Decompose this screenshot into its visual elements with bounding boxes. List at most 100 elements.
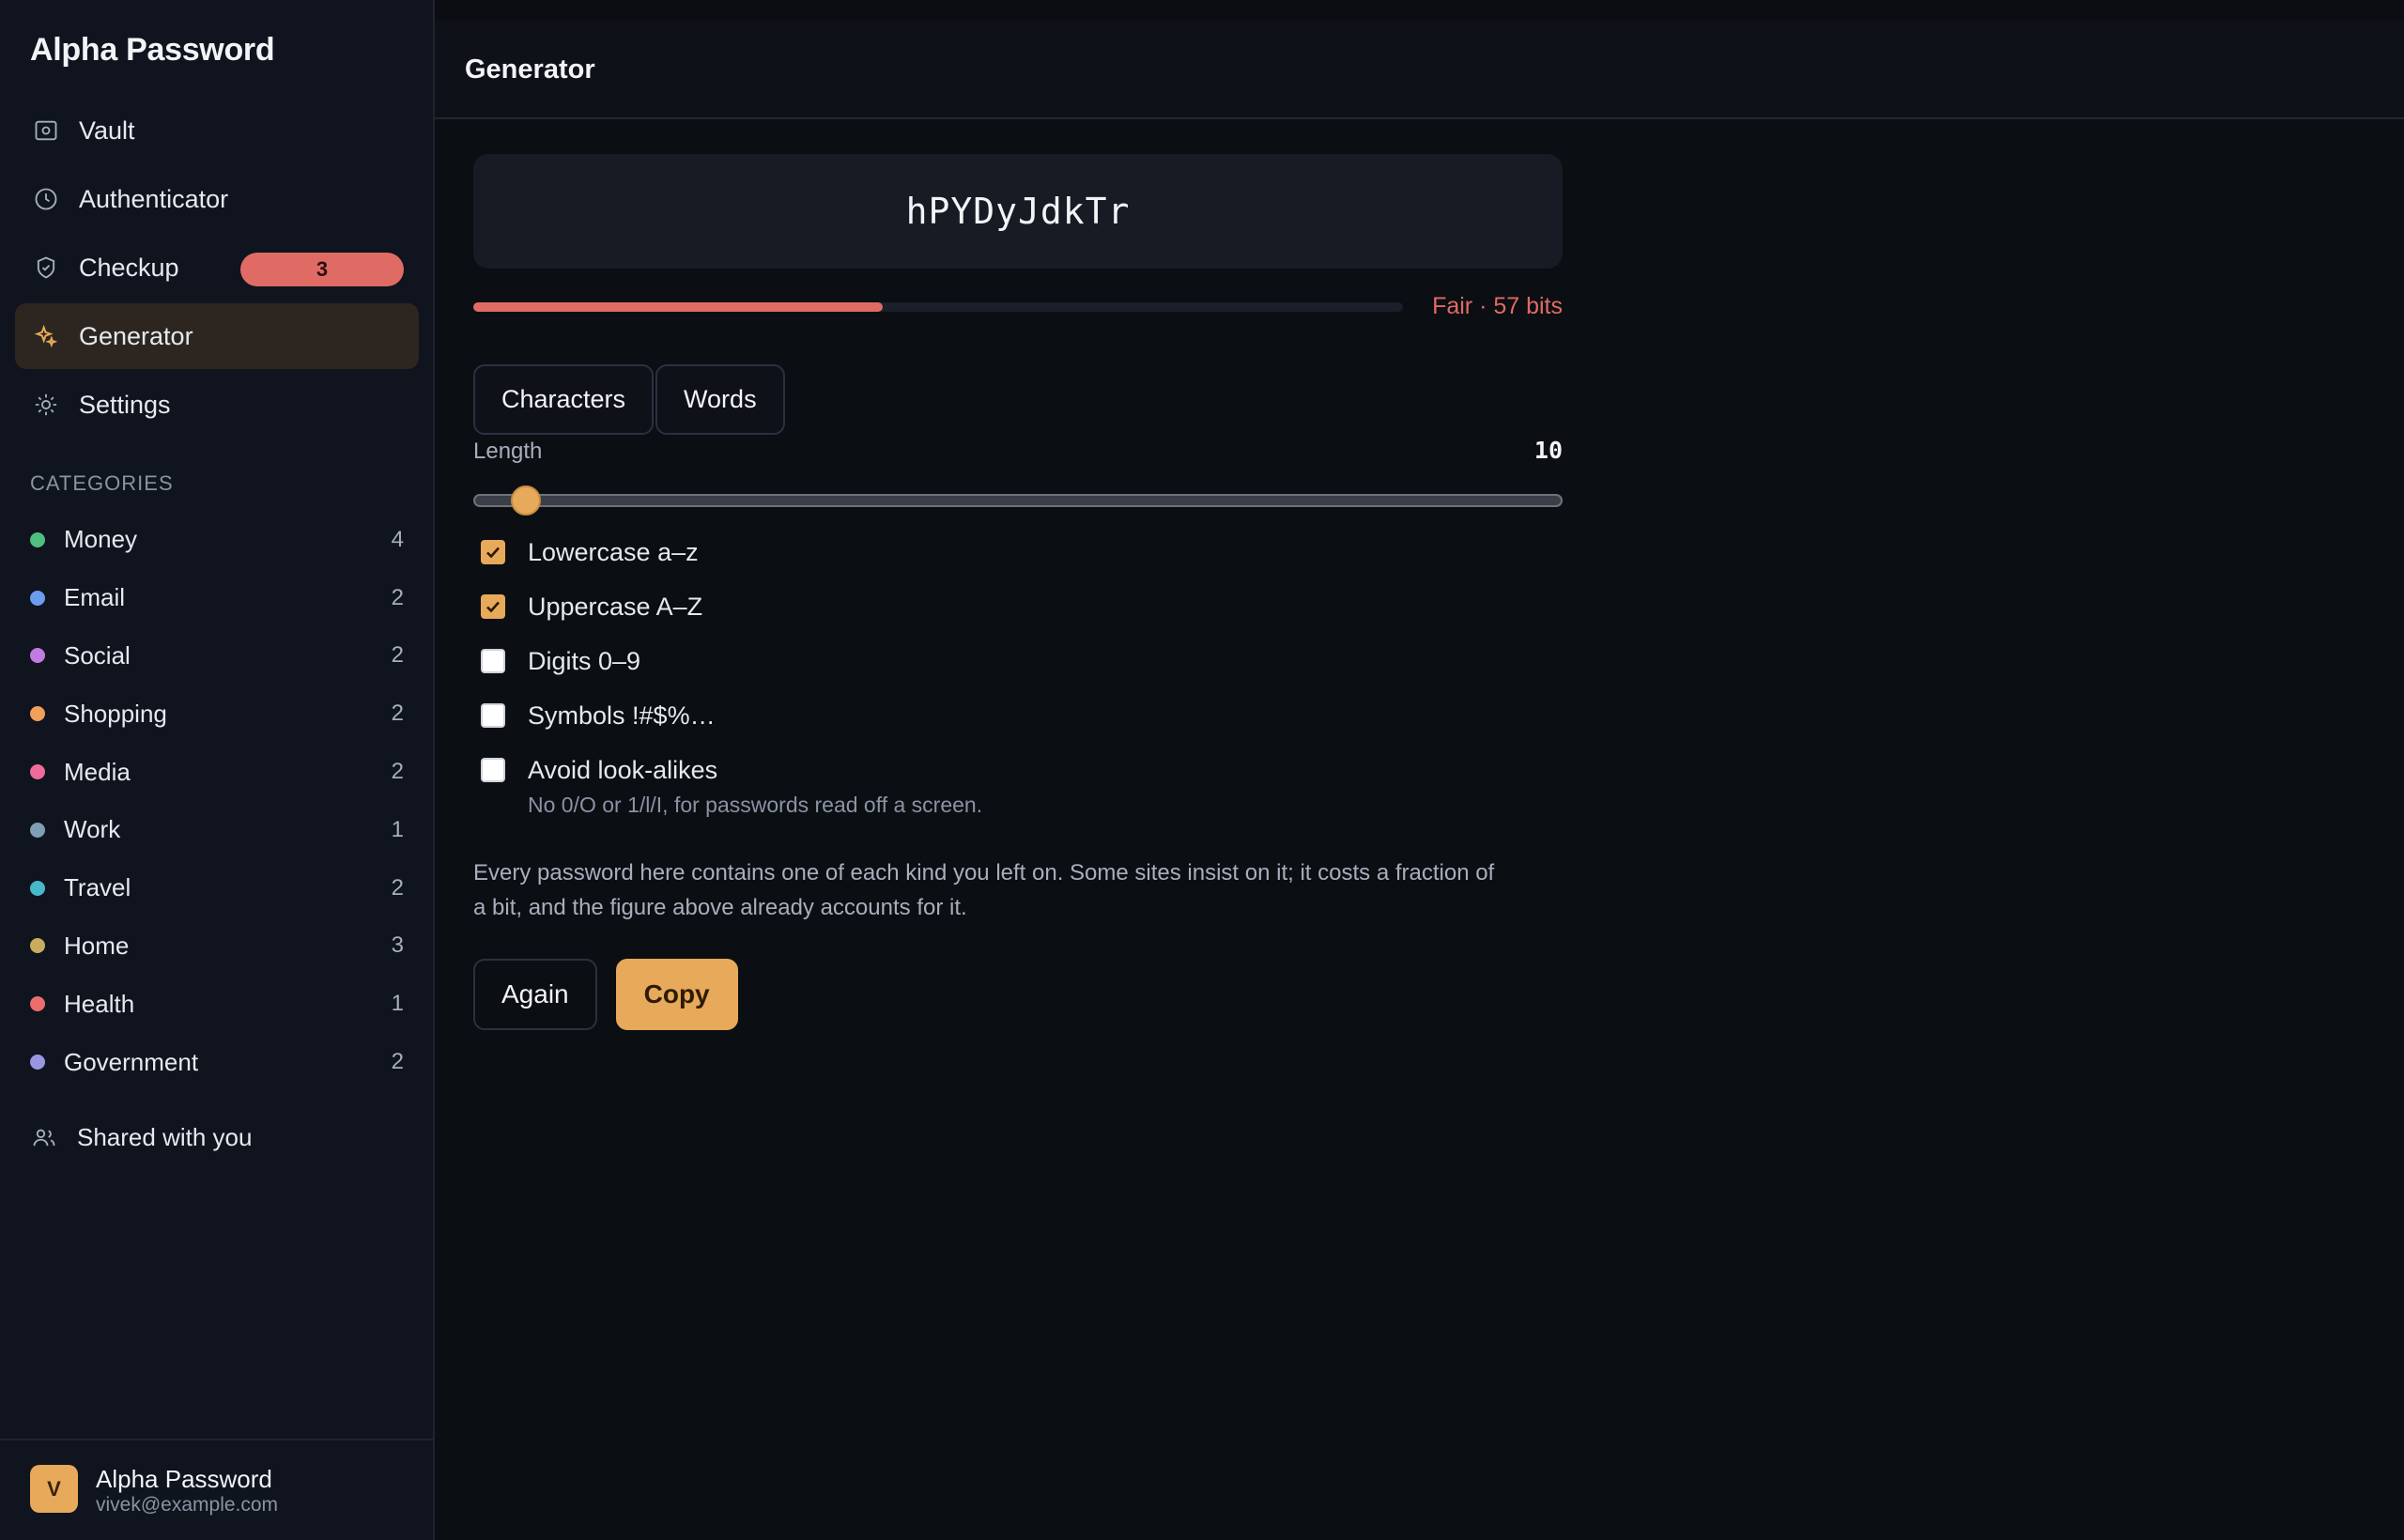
category-count: 3 [391,932,404,959]
options-list: Lowercase a–z Uppercase A–Z Digits 0–9 Symb… [473,538,1563,818]
category-label: Money [64,525,138,554]
category-color-dot [30,531,45,547]
category-count: 4 [391,526,404,552]
vault-icon [32,116,60,145]
tab-characters[interactable]: Characters [473,364,655,435]
account-name: Alpha Password [96,1465,272,1493]
category-count: 2 [391,642,404,669]
option-checkbox[interactable] [481,649,505,673]
option-checkbox[interactable] [481,703,505,728]
category-color-dot [30,764,45,780]
option-row[interactable]: Digits 0–9 [473,647,1563,676]
categories-heading: CATEGORIES [30,471,174,495]
account-footer[interactable]: V Alpha Password vivek@example.com [0,1439,433,1540]
length-row: Length 10 [473,437,1563,476]
checkup-count-badge: 3 [240,253,404,286]
option-label: Digits 0–9 [528,647,641,675]
policy-note: Every password here contains one of each… [473,860,1495,920]
category-count: 2 [391,701,404,727]
nav-label: Settings [79,390,171,419]
category-count: 2 [391,759,404,785]
clock-icon [32,185,60,213]
copy-button[interactable]: Copy [615,959,738,1030]
category-item[interactable]: Email 2 [30,569,404,627]
nav-item-generator[interactable]: Generator [15,303,419,369]
nav-label: Authenticator [79,184,229,213]
nav-item-vault[interactable]: Vault [15,98,419,163]
category-label: Shopping [64,699,167,728]
length-value: 10 [1533,437,1563,464]
option-checkbox[interactable] [481,594,505,619]
category-color-dot [30,996,45,1012]
tab-words[interactable]: Words [655,364,785,435]
shared-label: Shared with you [77,1123,253,1151]
category-count: 1 [391,816,404,842]
category-color-dot [30,880,45,896]
category-color-dot [30,590,45,606]
category-item[interactable]: Government 2 [30,1033,404,1091]
length-slider[interactable] [473,482,1563,519]
strength-meter: Fair · 57 bits [473,269,1563,325]
nav-item-authenticator[interactable]: Authenticator [15,166,419,232]
category-count: 2 [391,874,404,901]
sidebar: Alpha Password Vault Authenticator Check… [0,0,435,1540]
generator-panel: hPYDyJdkTr Fair · 57 bits Characters Wor… [473,154,1563,1030]
slider-thumb[interactable] [511,485,542,516]
page-header: Generator [435,0,2404,119]
strength-label: Fair · 57 bits [1432,293,1563,319]
option-row[interactable]: Avoid look-alikes No 0/O or 1/l/I, for pa… [473,756,1563,818]
category-label: Government [64,1047,199,1076]
shared-with-you-link[interactable]: Shared with you [30,1123,252,1152]
category-item[interactable]: Work 1 [30,801,404,859]
option-checkbox[interactable] [481,758,505,782]
window-strip [435,0,2404,21]
nav-label: Checkup [79,253,179,282]
length-label: Length [473,439,543,464]
category-color-dot [30,822,45,838]
option-row[interactable]: Uppercase A–Z [473,593,1563,622]
category-label: Work [64,815,121,844]
category-label: Home [64,931,130,960]
nav-item-settings[interactable]: Settings [15,372,419,438]
category-color-dot [30,1055,45,1070]
category-item[interactable]: Media 2 [30,743,404,801]
category-label: Media [64,757,131,786]
category-item[interactable]: Money 4 [30,511,404,569]
avatar: V [30,1465,78,1513]
option-label: Symbols !#$%… [528,701,716,730]
page-title: Generator [465,54,595,85]
generated-password[interactable]: hPYDyJdkTr [473,154,1563,269]
nav-label: Generator [79,321,193,350]
category-item[interactable]: Shopping 2 [30,685,404,743]
account-email: vivek@example.com [96,1494,279,1516]
option-label: Avoid look-alikes [528,756,718,784]
shield-icon [32,254,60,282]
category-color-dot [30,938,45,954]
slider-track [473,494,1563,507]
category-item[interactable]: Health 1 [30,975,404,1033]
category-item[interactable]: Home 3 [30,917,404,976]
category-label: Email [64,583,126,612]
category-list: Money 4 Email 2 Social 2 Shopping 2 Media 2 Work 1 T… [30,511,404,1091]
category-color-dot [30,648,45,664]
action-buttons: Again Copy [473,959,1563,1030]
main-nav: Vault Authenticator Checkup 3 Generator [15,98,419,440]
option-checkbox[interactable] [481,540,505,564]
gear-icon [32,391,60,419]
category-count: 1 [391,991,404,1017]
category-item[interactable]: Travel 2 [30,859,404,917]
nav-item-checkup[interactable]: Checkup 3 [15,235,419,300]
nav-label: Vault [79,116,135,145]
category-item[interactable]: Social 2 [30,627,404,685]
option-hint: No 0/O or 1/l/I, for passwords read off … [528,793,983,817]
category-label: Travel [64,873,131,902]
app-title: Alpha Password [30,32,275,68]
again-button[interactable]: Again [473,959,597,1030]
option-row[interactable]: Lowercase a–z [473,538,1563,567]
strength-bar-fill [473,302,883,312]
category-label: Health [64,989,135,1018]
option-row[interactable]: Symbols !#$%… [473,701,1563,731]
mode-tabs: Characters Words [473,364,1563,435]
category-label: Social [64,640,131,670]
sparkle-icon [32,322,60,350]
